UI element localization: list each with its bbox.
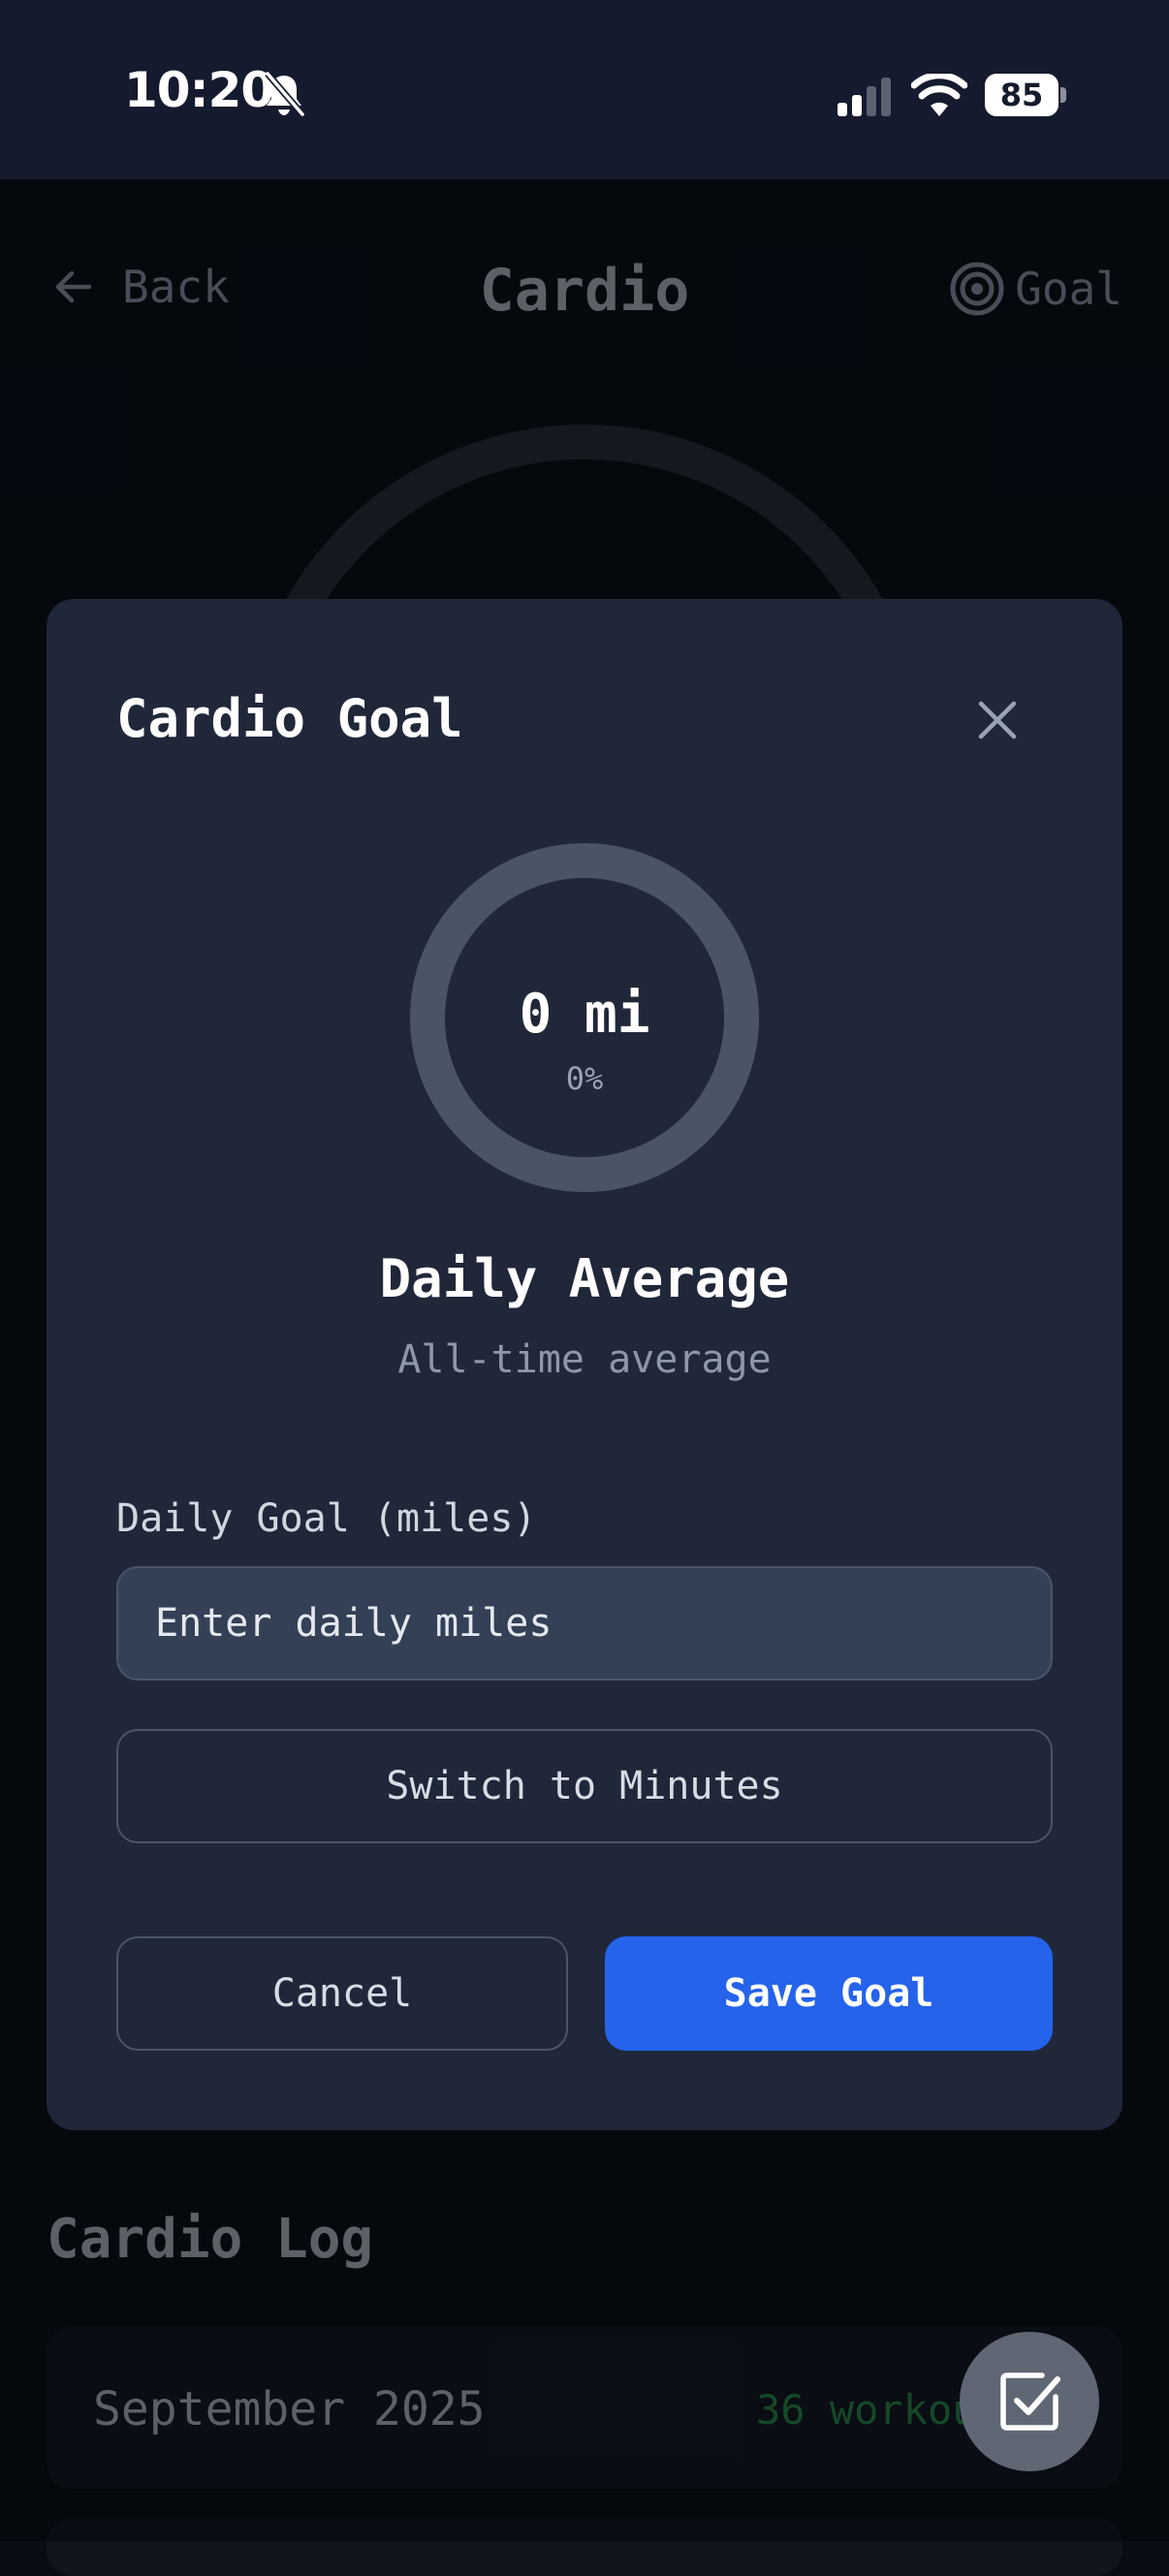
checkbox-edit-icon: [1000, 2372, 1060, 2431]
ring-value: 0 mi: [519, 983, 650, 1046]
battery-icon: 85: [985, 74, 1066, 116]
daily-average-subtitle: All-time average: [397, 1337, 772, 1382]
status-time: 10:20: [124, 62, 274, 118]
battery-level: 85: [985, 74, 1058, 116]
close-icon[interactable]: [969, 692, 1026, 748]
save-goal-button[interactable]: Save Goal: [605, 1936, 1053, 2051]
daily-goal-input[interactable]: [116, 1566, 1053, 1681]
cancel-button[interactable]: Cancel: [116, 1936, 568, 2051]
wifi-icon: [911, 74, 967, 116]
bell-slash-icon: [265, 71, 305, 117]
cardio-goal-modal: Cardio Goal 0 mi 0% Daily Average All-ti…: [47, 599, 1122, 2130]
ring-percent: 0%: [565, 1060, 604, 1097]
daily-average-heading: Daily Average: [379, 1248, 790, 1309]
modal-title: Cardio Goal: [116, 688, 463, 749]
goal-progress-ring: 0 mi 0%: [410, 843, 759, 1192]
status-bar: 10:20 85: [0, 0, 1169, 179]
signal-icon: [837, 78, 891, 116]
log-workout-fab[interactable]: [960, 2332, 1099, 2471]
daily-goal-label: Daily Goal (miles): [116, 1496, 537, 1541]
battery-cap: [1060, 87, 1066, 103]
switch-to-minutes-button[interactable]: Switch to Minutes: [116, 1729, 1053, 1843]
